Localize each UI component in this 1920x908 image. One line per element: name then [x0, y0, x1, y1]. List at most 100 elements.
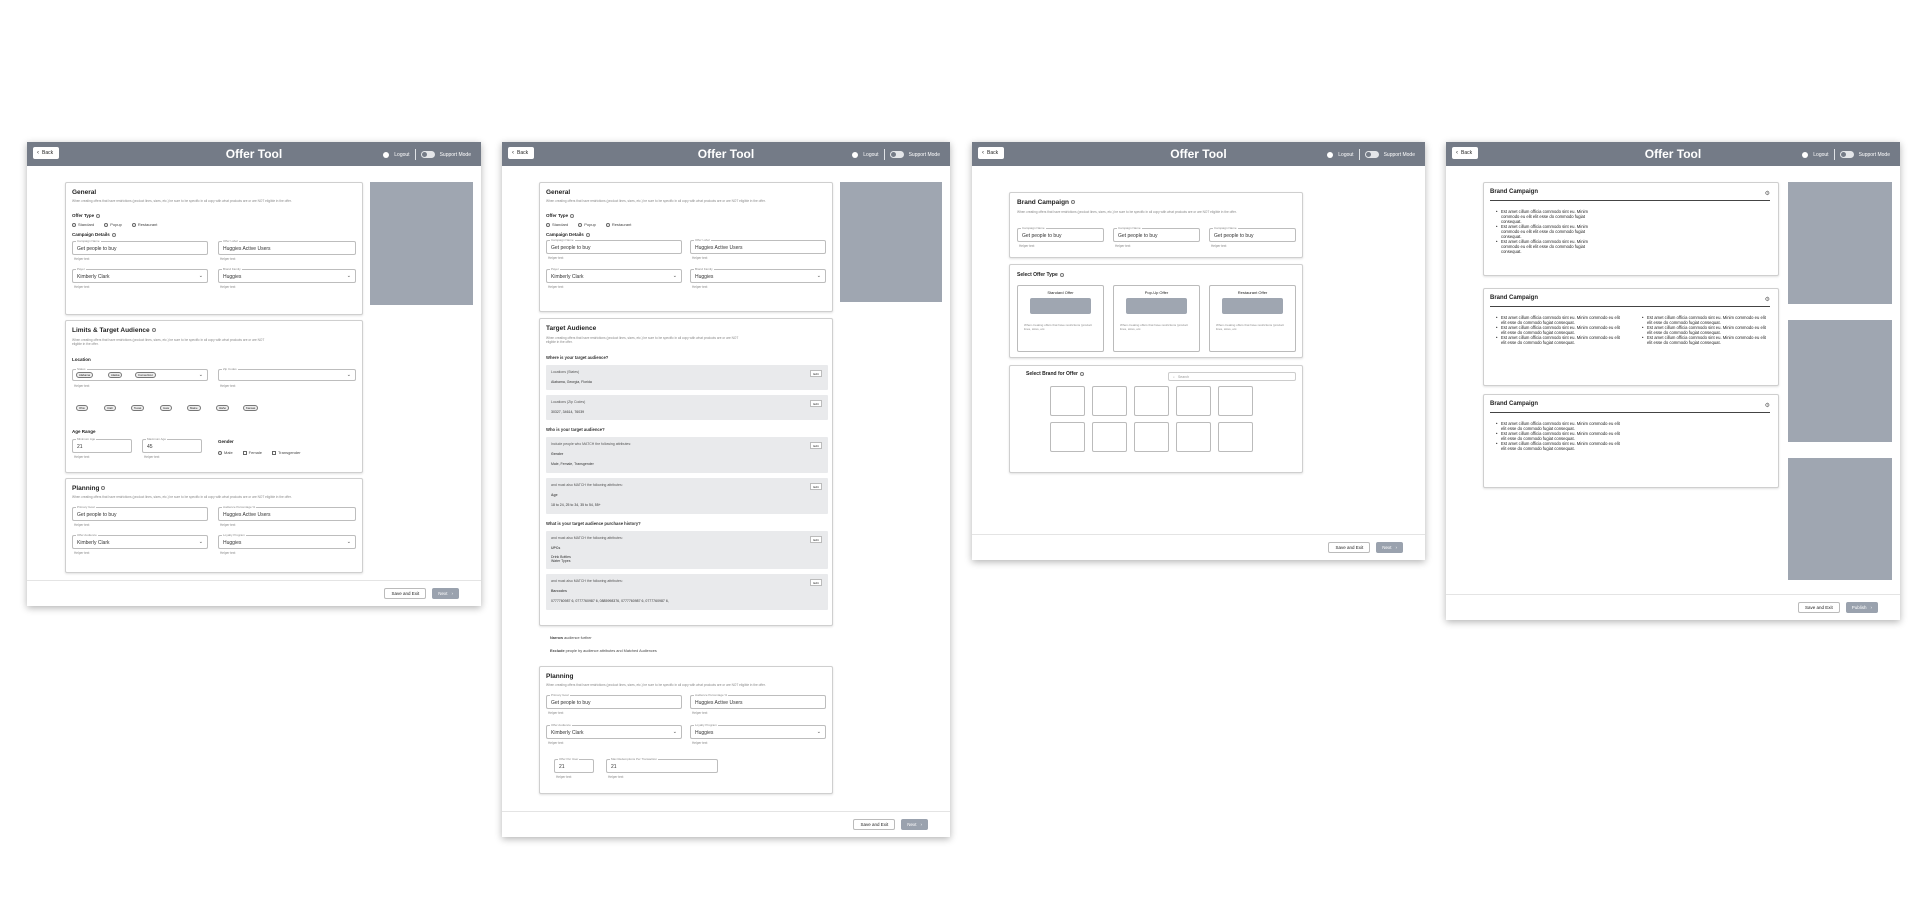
chip[interactable]: Kansas [243, 405, 259, 411]
gear-icon[interactable]: ⚙ [1765, 190, 1770, 197]
audience-percentage-field[interactable]: Audience Percentage % Huggies Active User… [690, 694, 826, 709]
brand-tile[interactable] [1176, 386, 1211, 416]
primary-goal-field[interactable]: Primary Goal Get people to buy [546, 694, 682, 709]
loyalty-program-select[interactable]: Loyalty Program Huggies ⌄ [218, 534, 356, 549]
checkbox-male[interactable]: Male [218, 450, 233, 455]
brand-tile[interactable] [1092, 422, 1127, 452]
review-card-2: Brand Campaign ⚙ Est amet cillum officia… [1483, 288, 1779, 386]
chip[interactable]: Utah [104, 405, 116, 411]
brand-search-input[interactable]: ⌕ Search [1168, 372, 1296, 381]
primary-goal-field[interactable]: Primary Goal Get people to buy [72, 506, 208, 521]
brand-tile[interactable] [1050, 422, 1085, 452]
brand-tile[interactable] [1050, 386, 1085, 416]
brand-tile[interactable] [1092, 386, 1127, 416]
helper-text: Helper text [548, 256, 564, 260]
gear-icon[interactable]: ⚙ [1765, 402, 1770, 409]
payer-select[interactable]: Payer Kimberly Clark ⌄ [546, 268, 682, 283]
brand-tile[interactable] [1218, 386, 1253, 416]
radio-popup[interactable]: Popup [104, 222, 122, 227]
max-redemptions-field[interactable]: Max Redemptions Per Transaction 21 [606, 758, 718, 773]
checkbox-female[interactable]: Female [242, 450, 262, 455]
exclude-audience-link[interactable]: Exclude people by audience attributes an… [550, 649, 657, 653]
support-mode-toggle[interactable] [1364, 151, 1379, 158]
loyalty-program-select[interactable]: Loyalty Program Huggies ⌄ [690, 724, 826, 739]
question-audience: Who is your target audience? [546, 427, 605, 432]
back-button[interactable]: ‹ Back [1452, 147, 1479, 159]
chevron-right-icon: › [920, 822, 923, 827]
select-offer-type-label: Select Offer Type [1017, 272, 1064, 278]
radio-restaurant[interactable]: Restaurant [131, 222, 157, 227]
logout-link[interactable]: Logout [1813, 152, 1828, 158]
support-mode-toggle[interactable] [889, 151, 904, 158]
chip[interactable]: Ohio [76, 405, 88, 411]
gear-icon[interactable]: ⚙ [1765, 296, 1770, 303]
helper-text: Helper text [220, 551, 236, 555]
state-chip[interactable]: Connecticut [135, 372, 156, 378]
popup-offer-option[interactable]: Pop-Up Offer When creating offers that ha… [1113, 285, 1200, 352]
edit-button[interactable]: Edit [810, 536, 822, 543]
payer-select[interactable]: Payer Kimberly Clark ⌄ [72, 268, 208, 283]
back-button[interactable]: ‹ Back [978, 147, 1005, 159]
campaign-name-field[interactable]: Campaign Name Get people to buy [1209, 227, 1296, 242]
brand-tile[interactable] [1218, 422, 1253, 452]
card-title: Target Audience [546, 325, 597, 332]
chip[interactable]: Iowa [160, 405, 172, 411]
campaign-name-field[interactable]: Campaign Name Get people to buy [72, 240, 208, 255]
brand-family-select[interactable]: Brand Family Huggies ⌄ [218, 268, 356, 283]
save-and-exit-button[interactable]: Save and Exit [384, 588, 427, 599]
publish-button[interactable]: Publish › [1845, 602, 1878, 613]
chip[interactable]: Texas [131, 405, 145, 411]
limits-card: Limits & Target Audience When creating o… [65, 320, 363, 473]
edit-button[interactable]: Edit [810, 400, 822, 407]
restaurant-offer-option[interactable]: Restaurant Offer When creating offers tha… [1209, 285, 1296, 352]
next-button[interactable]: Next › [1376, 542, 1403, 553]
offer-per-user-field[interactable]: Offer Per User 21 [554, 758, 594, 773]
radio-standard[interactable]: Standard [72, 222, 94, 227]
zip-codes-select[interactable]: Zip Codes ⌄ [218, 368, 356, 381]
narrow-audience-link[interactable]: Narrow audience further [550, 636, 592, 640]
maximum-age-field[interactable]: Maximum Age 45 [142, 438, 202, 453]
offer-label-field[interactable]: Offer Label Huggies Active Users [690, 239, 826, 254]
next-button[interactable]: Next › [901, 819, 928, 830]
audience-percentage-field[interactable]: Audience Percentage % Huggies Active User… [218, 506, 356, 521]
save-and-exit-button[interactable]: Save and Exit [1797, 602, 1840, 613]
next-button[interactable]: Next › [432, 588, 459, 599]
standard-offer-option[interactable]: Standard Offer When creating offers that … [1017, 285, 1104, 352]
campaign-name-field[interactable]: Campaign Name Get people to buy [546, 239, 682, 254]
edit-button[interactable]: Edit [810, 442, 822, 449]
logout-link[interactable]: Logout [863, 152, 878, 158]
offer-label-field[interactable]: Offer Label Huggies Active Users [218, 240, 356, 255]
edit-button[interactable]: Edit [810, 579, 822, 586]
chip[interactable]: Maine [187, 405, 201, 411]
state-chip[interactable]: Alabama [76, 372, 94, 378]
campaign-name-field[interactable]: Campaign Name Get people to buy [1017, 227, 1104, 242]
save-and-exit-button[interactable]: Save and Exit [853, 819, 896, 830]
chevron-down-icon: ⌄ [346, 372, 351, 378]
back-button[interactable]: ‹ Back [508, 147, 535, 159]
campaign-name-field[interactable]: Campaign Name Get people to buy [1113, 227, 1200, 242]
radio-restaurant[interactable]: Restaurant [605, 222, 631, 227]
support-mode-toggle[interactable] [1839, 151, 1854, 158]
logout-link[interactable]: Logout [1338, 152, 1353, 158]
chip[interactable]: Idaho [216, 405, 229, 411]
brand-tile[interactable] [1134, 422, 1169, 452]
helper-text: Helper text [220, 523, 236, 527]
edit-button[interactable]: Edit [810, 483, 822, 490]
offer-audience-select[interactable]: Offer Audience Kimberly Clark ⌄ [546, 724, 682, 739]
radio-popup[interactable]: Popup [578, 222, 596, 227]
card-description: When creating offers that have restricti… [546, 199, 766, 203]
radio-standard[interactable]: Standard [546, 222, 568, 227]
checkbox-transgender[interactable]: Transgender [272, 450, 301, 455]
state-chip[interactable]: Alaska [108, 372, 123, 378]
offer-audience-select[interactable]: Offer Audience Kimberly Clark ⌄ [72, 534, 208, 549]
brand-tile[interactable] [1134, 386, 1169, 416]
logout-link[interactable]: Logout [394, 152, 409, 158]
support-mode-toggle[interactable] [420, 151, 435, 158]
edit-button[interactable]: Edit [810, 370, 822, 377]
save-and-exit-button[interactable]: Save and Exit [1328, 542, 1371, 553]
brand-family-select[interactable]: Brand Family Huggies ⌄ [690, 268, 826, 283]
back-button[interactable]: ‹ Back [33, 147, 60, 159]
card-description: When creating offers that have restricti… [72, 199, 292, 203]
brand-tile[interactable] [1176, 422, 1211, 452]
minimum-age-field[interactable]: Minimum Age 21 [72, 438, 132, 453]
